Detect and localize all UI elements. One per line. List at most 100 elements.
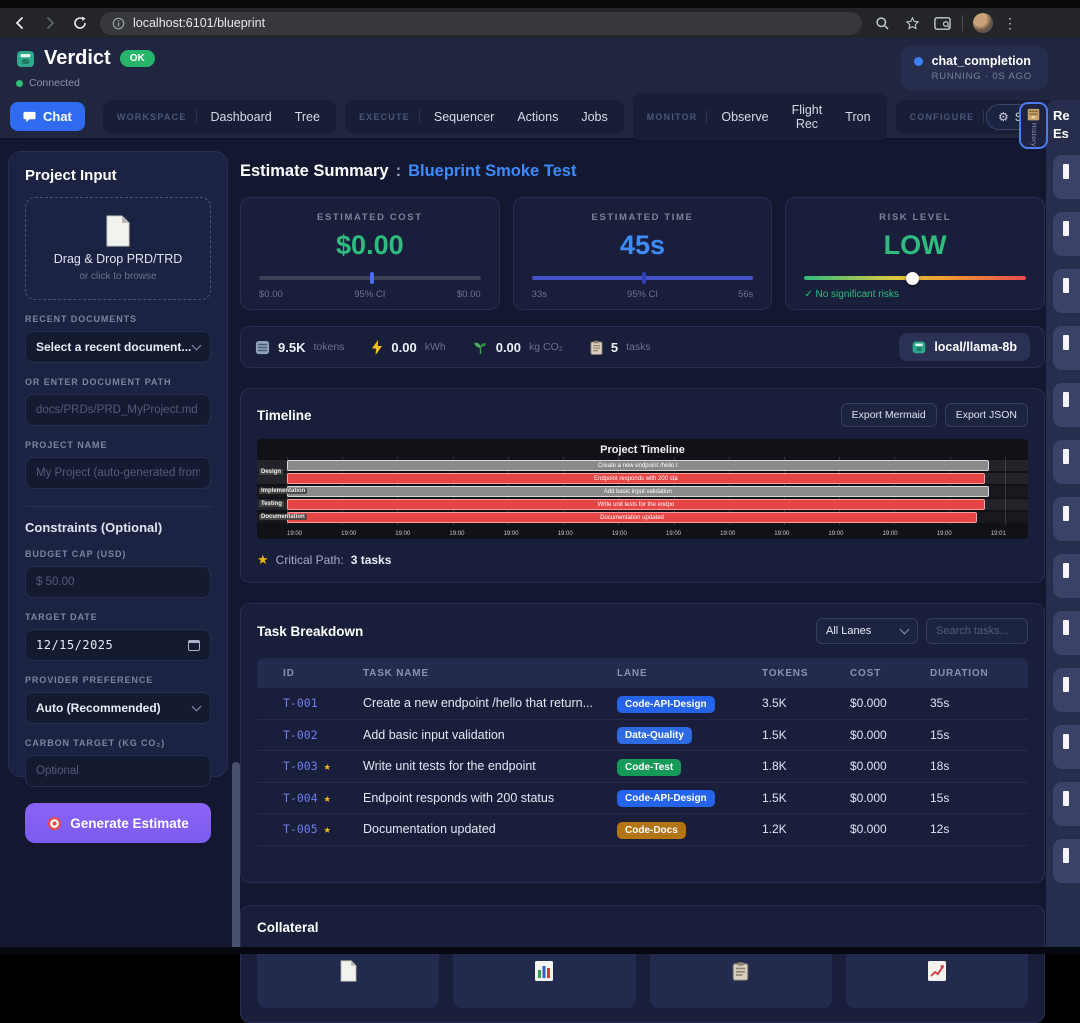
risk-gauge [804, 276, 1026, 280]
nav-tab[interactable]: Jobs [570, 104, 618, 130]
chat-button[interactable]: Chat [10, 102, 85, 131]
nav-tab[interactable]: Tron [834, 104, 881, 130]
export-mermaid-button[interactable]: Export Mermaid [841, 403, 937, 427]
nav-tab[interactable]: Observe [710, 104, 779, 130]
model-selector[interactable]: local/llama-8b [899, 333, 1030, 361]
reload-icon[interactable] [70, 13, 90, 33]
budget-cap-input[interactable] [36, 576, 200, 588]
lane-badge: Code-API-Design [617, 790, 715, 807]
browser-menu-icon[interactable]: ⋮ [1003, 15, 1017, 32]
recent-estimate-item[interactable] [1053, 611, 1080, 655]
task-tokens: 3.5K [762, 696, 850, 710]
risk-level-value: LOW [804, 230, 1026, 261]
page-scrollbar-thumb[interactable] [232, 762, 240, 954]
dropzone-subtitle: or click to browse [79, 271, 156, 282]
gantt-task-bar[interactable]: Documentation updated [287, 512, 977, 523]
back-icon[interactable] [10, 13, 30, 33]
gantt-task-bar[interactable]: Endpoint responds with 200 sta [287, 473, 985, 484]
table-row[interactable]: T-004★ Endpoint responds with 200 status… [257, 783, 1028, 815]
recent-estimate-item[interactable] [1053, 155, 1080, 199]
target-date-input[interactable]: 12/15/2025 [25, 629, 211, 661]
table-row[interactable]: T-005★ Documentation updated Code-Docs 1… [257, 814, 1028, 846]
table-row[interactable]: T-003★ Write unit tests for the endpoint… [257, 751, 1028, 783]
recent-estimate-item[interactable] [1053, 839, 1080, 883]
recent-documents-select[interactable]: Select a recent document... [25, 331, 211, 363]
nav-tab[interactable]: Flight Rec [781, 97, 834, 137]
page-title: Estimate Summary : Blueprint Smoke Test [240, 162, 1045, 181]
collateral-card-clipboard[interactable] [650, 948, 832, 1008]
site-info-icon[interactable] [112, 17, 125, 30]
lane-badge: Data-Quality [617, 727, 692, 744]
recent-estimate-item[interactable] [1053, 269, 1080, 313]
target-icon [47, 816, 62, 831]
connection-status: Connected [16, 77, 80, 89]
budget-cap-field-wrap [25, 566, 211, 598]
carbon-stat: 0.00 kg CO₂ [473, 340, 563, 355]
recent-estimate-item[interactable] [1053, 554, 1080, 598]
forward-icon[interactable] [40, 13, 60, 33]
collateral-card-trend-chart[interactable] [846, 948, 1028, 1008]
nav-tab[interactable]: Tree [284, 104, 331, 130]
task-tokens: 1.2K [762, 822, 850, 836]
chat-bubble-icon [23, 110, 36, 123]
collateral-card-bar-chart[interactable] [453, 948, 635, 1008]
gantt-row: Endpoint responds with 200 sta [257, 473, 1028, 484]
nav-tab[interactable]: Actions [506, 104, 569, 130]
export-json-button[interactable]: Export JSON [945, 403, 1028, 427]
recent-estimate-item[interactable] [1053, 668, 1080, 712]
generate-estimate-button[interactable]: Generate Estimate [25, 803, 211, 843]
task-tokens: 1.5K [762, 728, 850, 742]
nav-group-workspace: WORKSPACE DashboardTree [103, 100, 336, 134]
project-name-input[interactable] [36, 467, 200, 479]
collateral-card-document[interactable] [257, 948, 439, 1008]
recent-estimate-item[interactable] [1053, 440, 1080, 484]
nav-tab[interactable]: Dashboard [200, 104, 283, 130]
energy-stat: 0.00 kWh [371, 340, 445, 355]
task-name: Create a new endpoint /hello that return… [363, 696, 617, 710]
provider-preference-select[interactable]: Auto (Recommended) [25, 692, 211, 724]
task-duration: 15s [930, 728, 1016, 742]
nav-group-execute: EXECUTE SequencerActionsJobs [345, 100, 624, 134]
gantt-section-label: Design [259, 469, 283, 475]
recent-estimate-item[interactable] [1053, 725, 1080, 769]
active-job-panel[interactable]: chat_completion RUNNING · 0S AGO [901, 46, 1048, 90]
tokens-abacus-icon [255, 340, 270, 355]
recent-estimate-item[interactable] [1053, 497, 1080, 541]
nav-tab[interactable]: Sequencer [423, 104, 505, 130]
bookmark-star-icon[interactable] [902, 13, 922, 33]
recent-estimate-item[interactable] [1053, 383, 1080, 427]
main-column: Estimate Summary : Blueprint Smoke Test … [240, 140, 1045, 954]
task-id: T-004★ [283, 791, 363, 805]
gantt-task-bar[interactable]: Create a new endpoint /hello t [287, 460, 989, 471]
model-logo-icon [912, 340, 926, 354]
main-nav: Chat WORKSPACE DashboardTree EXECUTE Seq… [0, 95, 1080, 140]
tokens-stat: 9.5K tokens [255, 340, 344, 355]
profile-avatar[interactable] [973, 13, 993, 33]
task-search-input[interactable] [926, 618, 1028, 644]
side-panel-icon[interactable] [932, 13, 952, 33]
recent-estimate-item[interactable] [1053, 212, 1080, 256]
document-path-input[interactable] [36, 404, 200, 416]
lane-filter-select[interactable]: All Lanes [816, 618, 918, 644]
gantt-task-bar[interactable]: Add basic input validation [287, 486, 989, 497]
recent-estimate-item[interactable] [1053, 782, 1080, 826]
gantt-rows: Design Create a new endpoint /hello t En… [257, 460, 1028, 523]
task-tokens: 1.5K [762, 791, 850, 805]
bar-chart-icon [534, 960, 554, 982]
file-dropzone[interactable]: Drag & Drop PRD/TRD or click to browse [25, 197, 211, 300]
task-duration: 35s [930, 696, 1016, 710]
critical-star-icon: ★ [257, 552, 269, 568]
search-icon[interactable] [872, 13, 892, 33]
gantt-axis: 19:0019:0019:0019:0019:0019:0019:0019:00… [287, 531, 1006, 537]
carbon-target-input[interactable] [36, 765, 200, 777]
table-row[interactable]: T-002 Add basic input validation Data-Qu… [257, 720, 1028, 752]
recent-estimate-item[interactable] [1053, 326, 1080, 370]
url-bar[interactable]: localhost:6101/blueprint [100, 12, 862, 35]
task-cost: $0.000 [850, 759, 930, 773]
table-row[interactable]: T-001 Create a new endpoint /hello that … [257, 688, 1028, 720]
gantt-task-bar[interactable]: Write unit tests for the endpo [287, 499, 985, 510]
recent-estimates-drawer[interactable]: Re Es [1046, 100, 1080, 954]
history-button[interactable]: History [1019, 102, 1048, 149]
estimate-item-text-stub [1063, 848, 1069, 863]
task-name: Write unit tests for the endpoint [363, 759, 617, 773]
